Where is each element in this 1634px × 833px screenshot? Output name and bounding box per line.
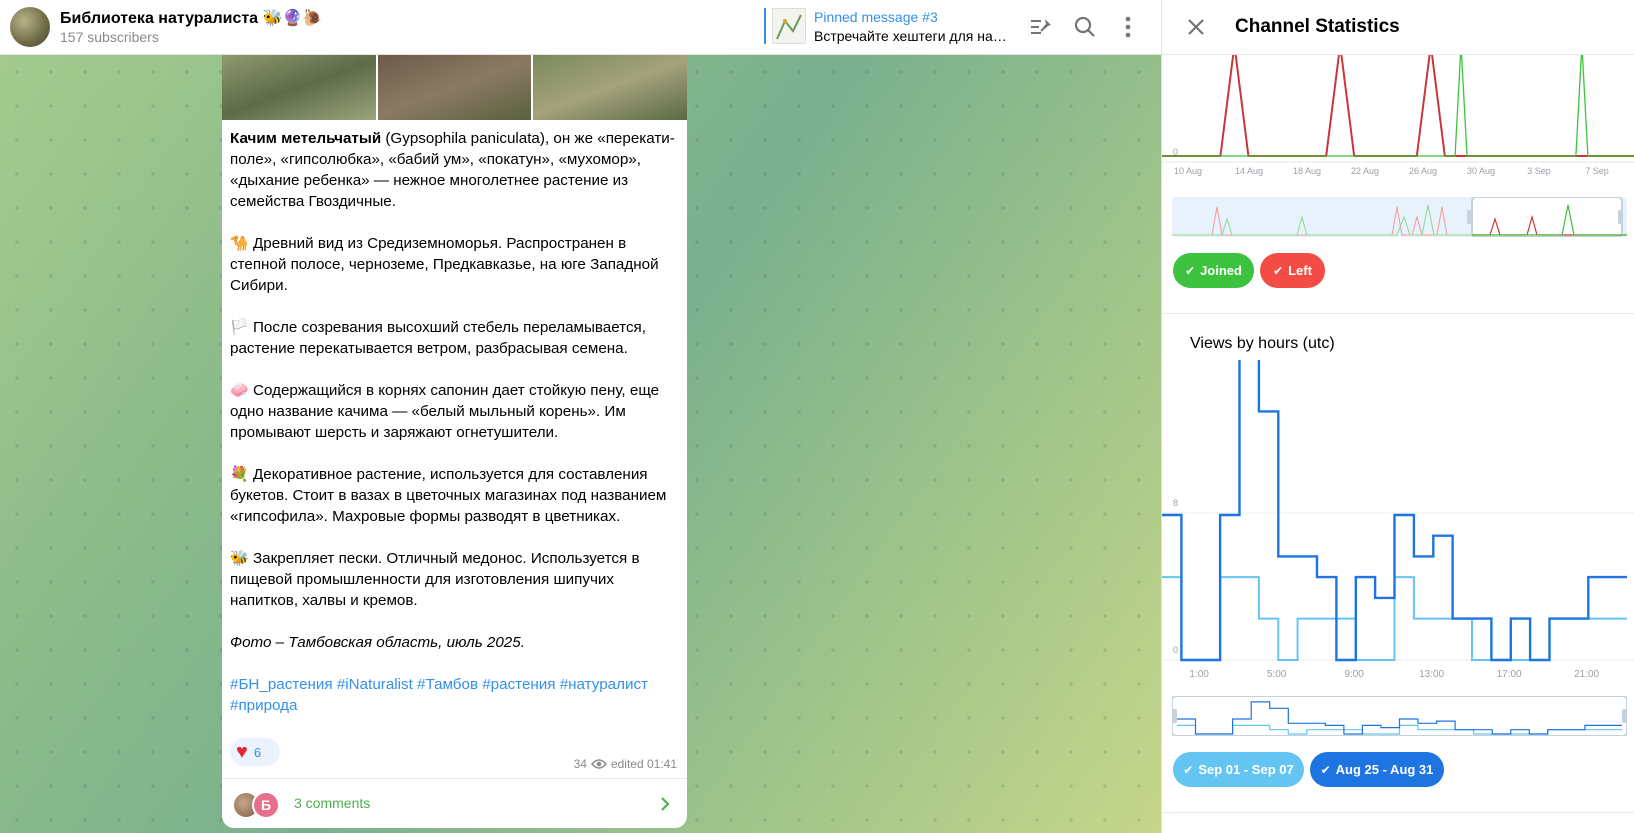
views-by-hours-chart[interactable]: 8 0 1:00 5:00 9:00 13:00 17:00 21:00 xyxy=(1162,360,1634,680)
subscriber-count: 157 subscribers xyxy=(60,29,159,45)
followers-x-tick-label: 14 Aug xyxy=(1235,166,1263,176)
pinned-message-text[interactable]: Встречайте хештеги для нав… xyxy=(814,28,1014,44)
followers-x-tick-label: 3 Sep xyxy=(1527,166,1551,176)
section-divider xyxy=(1162,812,1634,813)
views-range-selector[interactable] xyxy=(1172,696,1627,736)
view-count: 34 xyxy=(573,757,587,771)
left-series-line xyxy=(1162,55,1634,157)
joined-series-line xyxy=(1162,55,1634,157)
section-divider xyxy=(1162,313,1634,314)
chevron-right-icon xyxy=(661,797,670,811)
album-photo[interactable] xyxy=(533,55,687,120)
statistics-title: Channel Statistics xyxy=(1235,16,1400,37)
bouquet-emoji: 💐 xyxy=(230,466,249,483)
pinned-indicator xyxy=(764,8,766,44)
comments-label[interactable]: 3 comments xyxy=(294,795,370,811)
joined-toggle[interactable]: ✔ Joined xyxy=(1173,253,1254,288)
check-icon: ✔ xyxy=(1273,263,1284,278)
check-icon: ✔ xyxy=(1320,762,1331,777)
followers-x-tick-label: 18 Aug xyxy=(1293,166,1321,176)
views-x-tick-label: 1:00 xyxy=(1189,669,1209,680)
followers-x-tick-label: 26 Aug xyxy=(1409,166,1437,176)
statistics-panel: Channel Statistics 0 10 Aug 14 Aug 18 Aug 2… xyxy=(1161,0,1634,833)
views-y-label: 0 xyxy=(1173,645,1178,655)
followers-x-tick-label: 10 Aug xyxy=(1174,166,1202,176)
pinned-thumbnail[interactable] xyxy=(772,8,806,44)
close-icon[interactable] xyxy=(1184,15,1208,39)
album-photo[interactable] xyxy=(377,55,532,120)
more-menu-icon[interactable] xyxy=(1115,14,1141,40)
message-bubble[interactable]: Качим метельчатый (Gypsophila paniculata… xyxy=(222,55,687,828)
reaction-count: 6 xyxy=(253,744,262,760)
followers-x-tick-label: 22 Aug xyxy=(1351,166,1379,176)
plant-name: Качим метельчатый xyxy=(230,130,382,147)
check-icon: ✔ xyxy=(1183,762,1194,777)
views-y-label: 8 xyxy=(1173,498,1178,508)
pinned-message-title[interactable]: Pinned message #3 xyxy=(814,9,938,25)
eye-icon xyxy=(590,759,607,769)
followers-chart[interactable]: 0 10 Aug 14 Aug 18 Aug 22 Aug 26 Aug 30 Aug 3 … xyxy=(1162,55,1634,185)
chat-header[interactable]: Библиотека натуралиста 🐝🔮🐌 157 subscribe… xyxy=(0,0,1161,55)
views-chart-title: Views by hours (utc) xyxy=(1190,335,1335,352)
followers-range-selector[interactable] xyxy=(1172,197,1627,237)
views-x-tick-label: 13:00 xyxy=(1419,669,1444,680)
statistics-header: Channel Statistics xyxy=(1162,0,1634,55)
message-meta: 34 edited 01:41 xyxy=(574,757,677,771)
chat-area: Библиотека натуралиста 🐝🔮🐌 157 subscribe… xyxy=(0,0,1161,833)
photo-album[interactable] xyxy=(222,55,687,120)
views-x-tick-label: 21:00 xyxy=(1574,669,1599,680)
left-toggle[interactable]: ✔ Left xyxy=(1260,253,1325,288)
heart-reaction[interactable]: ♥ 6 xyxy=(230,738,280,766)
commenter-avatar: Б xyxy=(252,791,280,819)
message-text: Качим метельчатый (Gypsophila paniculata… xyxy=(222,120,687,716)
followers-x-tick-label: 7 Sep xyxy=(1585,166,1609,176)
channel-title[interactable]: Библиотека натуралиста 🐝🔮🐌 xyxy=(60,8,322,28)
comments-button[interactable]: Б 3 comments xyxy=(222,778,687,828)
pinned-list-icon[interactable] xyxy=(1028,14,1054,40)
series-sep-01-07-toggle[interactable]: ✔ Sep 01 - Sep 07 xyxy=(1173,752,1304,787)
edited-time: edited 01:41 xyxy=(610,757,677,771)
views-x-tick-label: 9:00 xyxy=(1344,669,1364,680)
views-x-tick-label: 17:00 xyxy=(1497,669,1522,680)
heart-icon: ♥ xyxy=(236,741,248,763)
check-icon: ✔ xyxy=(1185,263,1196,278)
flag-emoji: 🏳️ xyxy=(230,319,249,336)
camel-emoji: 🐪 xyxy=(230,235,249,252)
bee-emoji: 🐝 xyxy=(230,550,249,567)
search-icon[interactable] xyxy=(1072,14,1098,40)
hashtags[interactable]: #БН_растения #iNaturalist #Тамбов #расте… xyxy=(230,674,679,716)
photo-caption: Фото – Тамбовская область, июль 2025. xyxy=(230,634,525,651)
series-aug-25-31-toggle[interactable]: ✔ Aug 25 - Aug 31 xyxy=(1310,752,1444,787)
channel-avatar[interactable] xyxy=(10,7,50,47)
followers-x-tick-label: 30 Aug xyxy=(1467,166,1495,176)
views-x-tick-label: 5:00 xyxy=(1267,669,1287,680)
album-photo[interactable] xyxy=(222,55,376,120)
soap-emoji: 🧼 xyxy=(230,382,249,399)
